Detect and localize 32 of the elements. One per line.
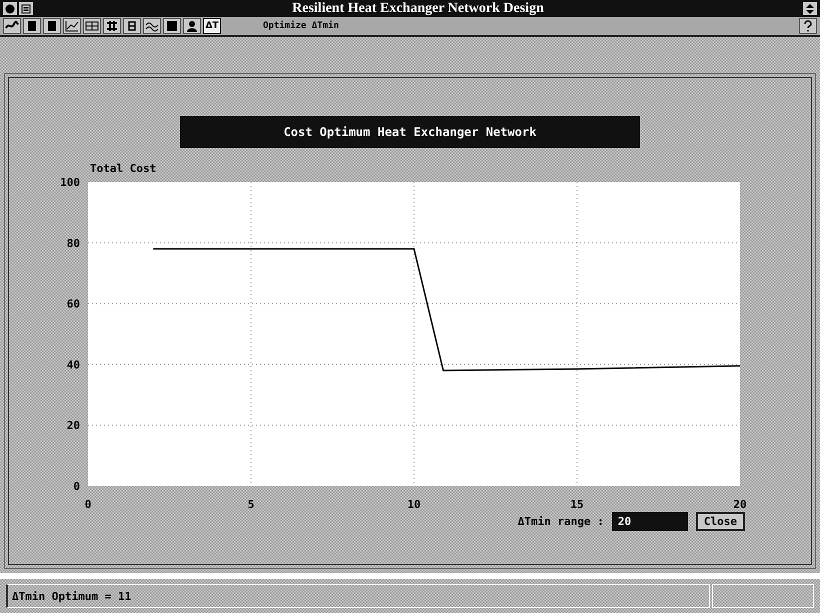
y-tick-label: 60 (66, 298, 80, 311)
scroll-arrows-icon[interactable] (803, 2, 817, 15)
curve-icon[interactable] (3, 18, 21, 34)
chart-title: Cost Optimum Heat Exchanger Network (180, 116, 640, 148)
table-icon[interactable] (83, 18, 101, 34)
range-label: ΔTmin range : (518, 515, 604, 528)
help-icon[interactable] (799, 18, 817, 34)
y-tick-label: 0 (73, 480, 80, 493)
delta-t-button[interactable]: ΔT (203, 18, 221, 34)
status-text: ΔTmin Optimum = 11 (12, 590, 132, 602)
y-tick-label: 80 (66, 236, 80, 250)
bar-icon[interactable] (43, 18, 61, 34)
block-icon[interactable] (163, 18, 181, 34)
x-tick-label: 20 (733, 498, 747, 511)
close-button[interactable]: Close (696, 512, 745, 531)
y-tick-label: 20 (66, 419, 80, 432)
toolbar-caption: Optimize ΔTmin (263, 21, 339, 31)
x-tick-label: 10 (407, 498, 421, 511)
window-title: Resilient Heat Exchanger Network Design (291, 0, 545, 16)
waves-icon[interactable] (143, 18, 161, 34)
menu-button[interactable] (19, 2, 33, 15)
x-tick-label: 15 (570, 498, 584, 511)
y-tick-label: 100 (60, 176, 80, 189)
person-icon[interactable] (183, 18, 201, 34)
x-tick-label: 5 (248, 498, 254, 511)
y-axis-title: Total Cost (90, 162, 156, 175)
graph-icon[interactable] (63, 18, 81, 34)
y-tick-label: 40 (66, 358, 80, 372)
close-button[interactable] (3, 2, 17, 15)
bar-icon[interactable] (23, 18, 41, 34)
x-tick-label: 0 (84, 498, 92, 511)
range-field[interactable]: 20 (612, 512, 688, 531)
